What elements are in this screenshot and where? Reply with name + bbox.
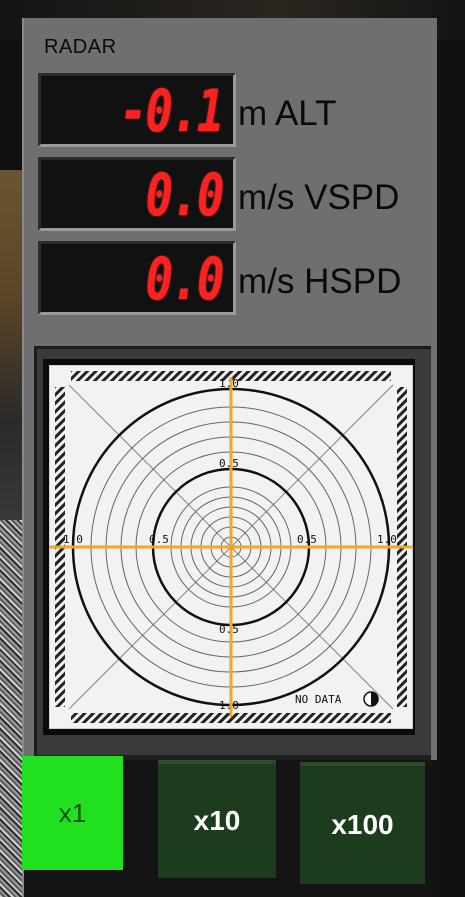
zoom-x100-button[interactable]: x100 (300, 762, 425, 884)
tick-label-upper-mid: 0.5 (219, 457, 239, 470)
radar-scope-bezel: 1.0 0.5 0.5 1.0 1.0 0.5 0.5 1.0 NO DATA (34, 346, 431, 755)
tick-label-left-mid: 0.5 (149, 533, 169, 546)
zoom-x100-label: x100 (331, 809, 394, 840)
horizontal-speed-readout: 0.0 (38, 241, 236, 315)
vertical-speed-unit: m/s VSPD (238, 178, 400, 217)
altitude-unit: m ALT (238, 94, 337, 133)
no-data-indicator-icon (363, 691, 379, 707)
tick-label-left: 1.0 (63, 533, 83, 546)
panel-title: RADAR (44, 36, 117, 58)
tick-label-bottom: 1.0 (219, 699, 239, 712)
altitude-value: -0.1 (120, 77, 224, 145)
zoom-x10-button[interactable]: x10 (158, 760, 276, 878)
radar-scope: 1.0 0.5 0.5 1.0 1.0 0.5 0.5 1.0 NO DATA (43, 359, 415, 735)
horizontal-speed-value: 0.0 (145, 245, 225, 313)
tick-label-right-mid: 0.5 (297, 533, 317, 546)
altitude-readout: -0.1 (38, 73, 236, 147)
zoom-x1-button[interactable]: x1 (22, 756, 123, 870)
scope-status-text: NO DATA (295, 693, 342, 706)
vertical-speed-readout: 0.0 (38, 157, 236, 231)
zoom-x10-label: x10 (193, 805, 241, 836)
tick-label-top: 1.0 (219, 377, 239, 390)
tick-label-right: 1.0 (377, 533, 397, 546)
horizontal-speed-unit: m/s HSPD (238, 262, 402, 301)
tick-label-lower-mid: 0.5 (219, 623, 239, 636)
vertical-speed-value: 0.0 (145, 161, 225, 229)
radar-scope-face: 1.0 0.5 0.5 1.0 1.0 0.5 0.5 1.0 NO DATA (49, 365, 413, 729)
zoom-x1-label: x1 (58, 797, 87, 828)
